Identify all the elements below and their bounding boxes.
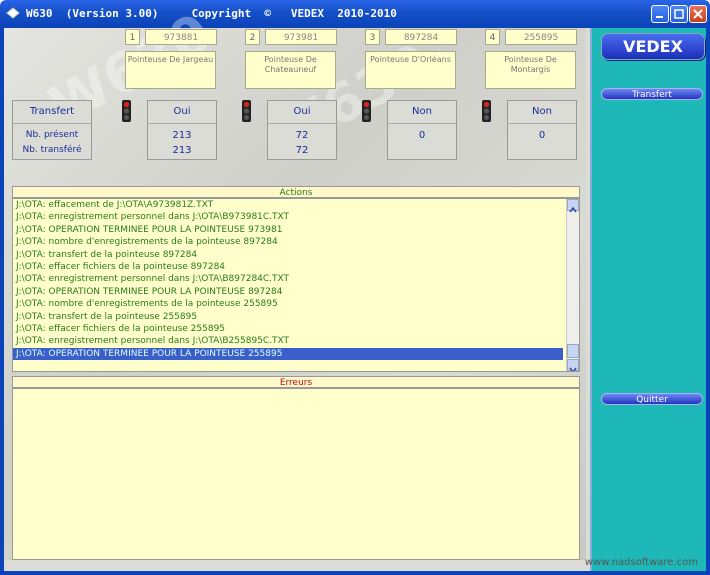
title-bar: W630 (Version 3.00) Copyright © VEDEX 20… — [0, 0, 710, 28]
maximize-button[interactable] — [670, 5, 688, 23]
transfert-button[interactable]: Transfert — [601, 88, 703, 100]
close-icon — [693, 9, 703, 19]
log-line[interactable]: J:\OTA: enregistrement personnel dans J:… — [13, 335, 563, 347]
status-header: Oui — [148, 101, 216, 124]
scroll-up-button[interactable] — [567, 199, 579, 213]
pointeuse-status: Oui 72 72 — [267, 100, 337, 160]
minimize-icon — [656, 16, 663, 18]
pointeuse-id-field[interactable]: 973881 — [145, 29, 217, 45]
footer-url: www.nadsoftware.com — [584, 557, 698, 568]
minimize-button[interactable] — [651, 5, 669, 23]
app-icon — [6, 7, 20, 19]
actions-header: Actions — [12, 186, 580, 198]
traffic-light-icon — [242, 100, 251, 122]
pointeuse-id-field[interactable]: 255895 — [505, 29, 577, 45]
nb-present-value: 0 — [418, 130, 426, 141]
log-line[interactable]: J:\OTA: transfert de la pointeuse 255895 — [13, 311, 563, 323]
transfert-summary: Transfert Nb. présent Nb. transféré — [12, 100, 92, 160]
nb-present-label: Nb. présent — [25, 130, 79, 140]
scroll-down-button[interactable] — [567, 359, 579, 371]
transfert-header: Transfert — [13, 101, 91, 124]
nb-present-value: 213 — [172, 130, 192, 141]
actions-scrollbar[interactable] — [566, 199, 579, 371]
log-line[interactable]: J:\OTA: effacer fichiers de la pointeuse… — [13, 261, 563, 273]
nb-present-value: 0 — [538, 130, 546, 141]
pointeuse-name: Pointeuse De Jargeau — [125, 51, 216, 89]
close-button[interactable] — [689, 5, 707, 23]
pointeuse-status: Non 0 — [507, 100, 577, 160]
log-line[interactable]: J:\OTA: nombre d'enregistrements de la p… — [13, 298, 563, 310]
chevron-down-icon — [569, 367, 577, 371]
pointeuse-name: Pointeuse De Montargis — [485, 51, 576, 89]
quitter-button[interactable]: Quitter — [601, 393, 703, 405]
scroll-thumb[interactable] — [567, 344, 579, 358]
vedex-button[interactable]: VEDEX — [601, 33, 705, 60]
log-line[interactable]: J:\OTA: OPERATION TERMINEE POUR LA POINT… — [13, 347, 563, 361]
log-line[interactable]: J:\OTA: effacer fichiers de la pointeuse… — [13, 323, 563, 335]
window-title: W630 (Version 3.00) Copyright © VEDEX 20… — [26, 7, 397, 20]
pointeuse-name: Pointeuse D'Orléans — [365, 51, 456, 89]
traffic-light-icon — [362, 100, 371, 122]
main-panel: W630 W630 1 973881 Pointeuse De Jargeau … — [4, 1, 586, 560]
actions-log[interactable]: J:\OTA: effacement de J:\OTA\A973981Z.TX… — [12, 198, 580, 372]
pointeuse-status: Oui 213 213 — [147, 100, 217, 160]
status-header: Non — [388, 101, 456, 124]
log-line[interactable]: J:\OTA: enregistrement personnel dans J:… — [13, 273, 563, 285]
pointeuse-number: 4 — [485, 29, 500, 45]
pointeuse-name: Pointeuse De Chateauneuf — [245, 51, 336, 89]
window-client: W630 W630 1 973881 Pointeuse De Jargeau … — [0, 1, 710, 575]
pointeuse-number: 2 — [245, 29, 260, 45]
log-line[interactable]: J:\OTA: transfert de la pointeuse 897284 — [13, 249, 563, 261]
traffic-light-icon — [122, 100, 131, 122]
maximize-icon — [674, 9, 684, 19]
traffic-light-icon — [482, 100, 491, 122]
pointeuse-status: Non 0 — [387, 100, 457, 160]
errors-header: Erreurs — [12, 376, 580, 388]
pointeuse-id-field[interactable]: 897284 — [385, 29, 457, 45]
right-sidebar: VEDEX Transfert Quitter — [590, 28, 706, 571]
log-line[interactable]: J:\OTA: enregistrement personnel dans J:… — [13, 211, 563, 223]
nb-transfere-label: Nb. transféré — [22, 145, 82, 155]
log-line[interactable]: J:\OTA: OPERATION TERMINEE POUR LA POINT… — [13, 286, 563, 298]
log-line[interactable]: J:\OTA: nombre d'enregistrements de la p… — [13, 236, 563, 248]
chevron-up-icon — [569, 206, 577, 213]
log-lines: J:\OTA: effacement de J:\OTA\A973981Z.TX… — [13, 199, 579, 361]
status-header: Non — [508, 101, 576, 124]
log-line[interactable]: J:\OTA: effacement de J:\OTA\A973981Z.TX… — [13, 199, 563, 211]
pointeuse-id-field[interactable]: 973981 — [265, 29, 337, 45]
pointeuse-number: 1 — [125, 29, 140, 45]
errors-log[interactable] — [12, 388, 580, 560]
nb-present-value: 72 — [295, 130, 309, 141]
pointeuse-number: 3 — [365, 29, 380, 45]
log-line[interactable]: J:\OTA: OPERATION TERMINEE POUR LA POINT… — [13, 224, 563, 236]
nb-transfere-value: 213 — [172, 145, 192, 156]
nb-transfere-value: 72 — [295, 145, 309, 156]
status-header: Oui — [268, 101, 336, 124]
